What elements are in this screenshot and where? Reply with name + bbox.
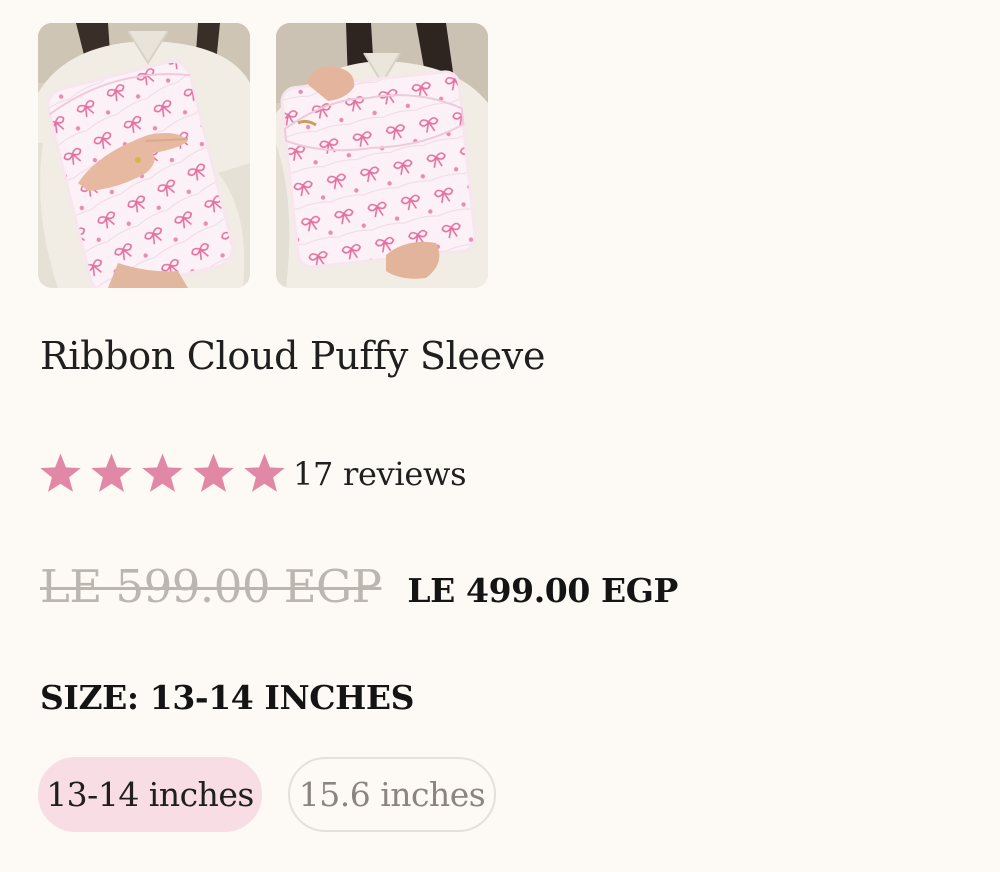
star-icon	[91, 453, 132, 492]
star-icon	[40, 453, 81, 492]
sale-price: LE 499.00 EGP	[407, 571, 678, 610]
size-options: 13-14 inches 15.6 inches	[38, 757, 496, 832]
star-icon	[193, 453, 234, 492]
product-photo-1	[38, 23, 250, 288]
reviews-count-link[interactable]: 17 reviews	[293, 455, 467, 493]
product-thumbnail-2[interactable]	[276, 23, 488, 288]
product-photo-2	[276, 23, 488, 288]
star-icon	[142, 453, 183, 492]
product-thumbnail-1[interactable]	[38, 23, 250, 288]
size-option-15-6-inches[interactable]: 15.6 inches	[288, 757, 496, 832]
compare-at-price: LE 599.00 EGP	[40, 560, 382, 613]
rating-stars	[38, 452, 287, 495]
product-rating[interactable]: 17 reviews	[38, 452, 467, 495]
product-title: Ribbon Cloud Puffy Sleeve	[40, 334, 546, 378]
product-price: LE 599.00 EGP LE 499.00 EGP	[40, 560, 678, 613]
product-image-gallery	[38, 23, 488, 288]
star-icon	[244, 453, 285, 492]
size-option-13-14-inches[interactable]: 13-14 inches	[38, 757, 262, 832]
size-selected-label: SIZE: 13-14 INCHES	[40, 678, 415, 717]
